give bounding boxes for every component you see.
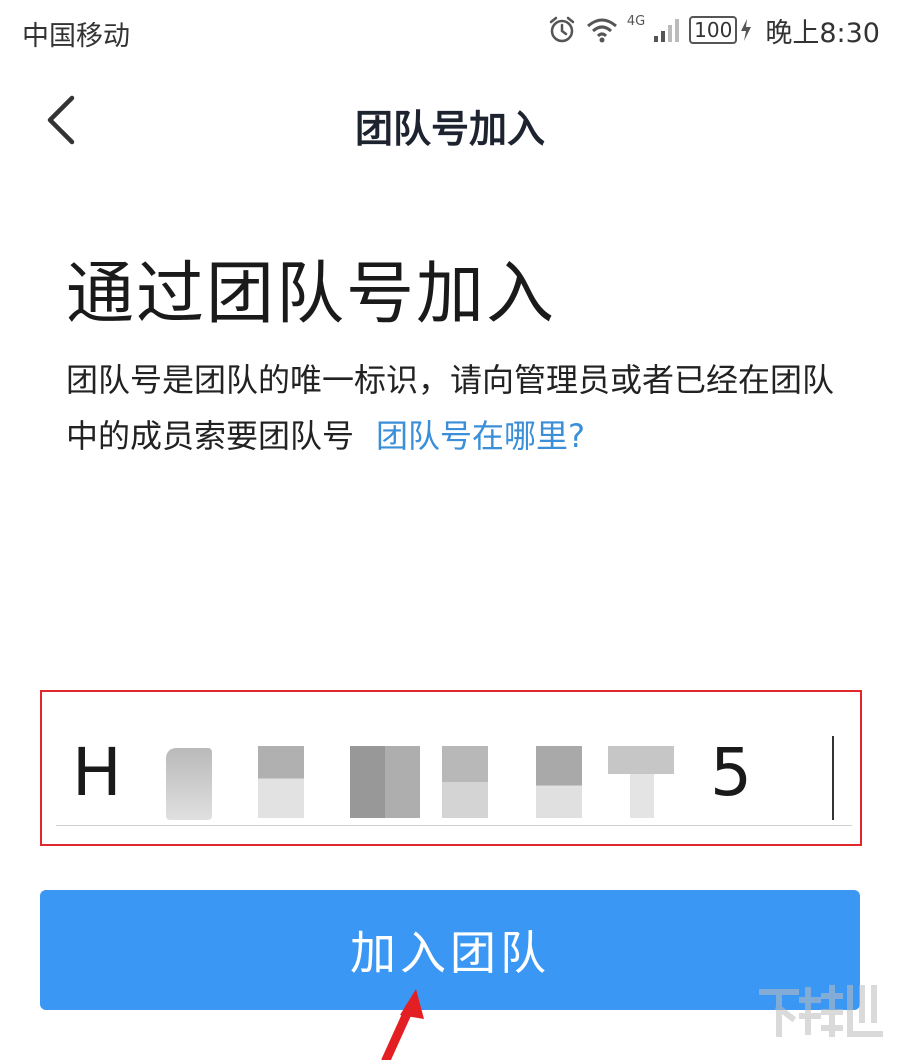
nav-bar: 团队号加入 [0, 62, 900, 182]
section-heading: 通过团队号加入 [66, 255, 557, 334]
code-last-char: 5 [710, 734, 752, 811]
battery-indicator: 100 [689, 16, 753, 44]
join-team-button-label: 加入团队 [350, 927, 550, 979]
pixelated-char [442, 746, 488, 818]
clock-time: 晚上8:30 [765, 17, 880, 49]
wifi-icon [586, 18, 617, 43]
charging-icon [741, 19, 752, 41]
join-team-button[interactable]: 加入团队 [40, 890, 860, 1010]
description-block: 团队号是团队的唯一标识，请向管理员或者已经在团队中的成员索要团队号 团队号在哪里? [66, 352, 856, 464]
status-bar: 中国移动 4G 100 晚上8:30 [0, 0, 900, 62]
signal-icon [654, 19, 680, 42]
pixelated-char [166, 748, 212, 820]
text-cursor [832, 736, 834, 820]
battery-level: 100 [689, 16, 738, 44]
alarm-icon [549, 16, 575, 43]
help-link[interactable]: 团队号在哪里? [376, 417, 585, 455]
watermark-logo [759, 985, 883, 1037]
pixelated-char [258, 746, 304, 818]
pixelated-char [608, 746, 674, 774]
network-type: 4G [626, 14, 646, 29]
status-icons: 4G 100 晚上8:30 [547, 12, 880, 49]
input-underline [56, 825, 852, 826]
carrier-name: 中国移动 [22, 21, 130, 52]
page-title: 团队号加入 [354, 107, 545, 151]
annotation-arrow-icon [381, 989, 424, 1060]
pixelated-char [536, 746, 582, 818]
pixelated-char [350, 746, 420, 818]
code-first-char: H [72, 734, 122, 811]
pixelated-char [630, 774, 654, 818]
team-code-field[interactable]: H 5 [40, 690, 864, 846]
